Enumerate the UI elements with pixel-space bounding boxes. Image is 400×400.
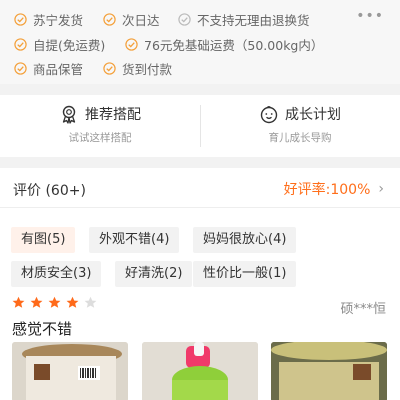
check-circle-icon [103,13,116,26]
service-label: 次日达 [122,13,160,28]
service-label: 商品保管 [33,62,84,77]
check-circle-icon [178,13,191,26]
more-options-button[interactable]: ••• [356,8,384,24]
recommend-panel: 推荐搭配 试试这样搭配 成长计划 育儿成长导购 [0,95,400,157]
star-filled-icon [66,296,79,308]
good-rate-link[interactable]: 好评率:100% › [284,179,384,199]
recommend-title: 推荐搭配 [85,107,141,123]
review-photo[interactable] [12,342,128,400]
service-item: 不支持无理由退换货 [178,10,310,29]
service-item: 自提(免运费) [14,35,105,54]
growth-plan-subtitle: 育儿成长导购 [268,132,332,144]
review-tag[interactable]: 妈妈很放心(4) [193,227,297,253]
reviewer-name: 硕***恒 [340,302,386,317]
service-label: 货到付款 [122,62,173,77]
review-tag[interactable]: 性价比一般(1) [193,261,297,287]
review-tag[interactable]: 好清洗(2) [115,261,193,287]
star-filled-icon [48,296,61,308]
review-tag-with-images[interactable]: 有图(5) [11,227,76,253]
service-item: 货到付款 [103,59,172,78]
baby-face-icon [259,104,279,124]
service-item: 苏宁发货 [14,10,83,29]
check-circle-icon [14,38,27,51]
rating-stars [12,296,102,309]
growth-plan-title: 成长计划 [285,107,341,123]
review-text: 感觉不错 [12,320,73,338]
service-label: 76元免基础运费（50.00kg内） [144,38,324,53]
check-circle-icon [14,62,27,75]
reviews-title: 评价 (60+) [13,183,86,199]
star-filled-icon [30,296,43,308]
service-label: 苏宁发货 [33,13,84,28]
check-circle-icon [103,62,116,75]
growth-plan-button[interactable]: 成长计划 育儿成长导购 [200,95,400,157]
review-photo[interactable] [142,342,258,400]
review-tag[interactable]: 材质安全(3) [11,261,102,287]
good-rate-text: 好评率:100% [283,182,371,198]
star-empty-icon [84,296,97,308]
service-item: 76元免基础运费（50.00kg内） [125,35,323,54]
service-item: 商品保管 [14,59,83,78]
chevron-right-icon: › [378,181,384,197]
check-circle-icon [125,38,138,51]
service-label: 自提(免运费) [33,38,106,53]
service-item: 次日达 [103,10,160,29]
service-label: 不支持无理由退换货 [197,13,310,28]
review-photo[interactable] [271,342,387,400]
check-circle-icon [14,13,27,26]
star-filled-icon [12,296,25,308]
service-guarantees: 苏宁发货 次日达 不支持无理由退换货 ••• 自提(免运费) 76元免基础运费（… [0,0,400,84]
recommend-subtitle: 试试这样搭配 [68,132,132,144]
reviews-section: 评价 (60+) 好评率:100% › 有图(5) 外观不错(4) 妈妈很放心(… [0,168,400,400]
award-ribbon-icon [59,104,79,124]
recommend-combo-button[interactable]: 推荐搭配 试试这样搭配 [0,95,200,157]
reviews-header[interactable]: 评价 (60+) 好评率:100% › [0,168,400,208]
review-tag[interactable]: 外观不错(4) [89,227,180,253]
